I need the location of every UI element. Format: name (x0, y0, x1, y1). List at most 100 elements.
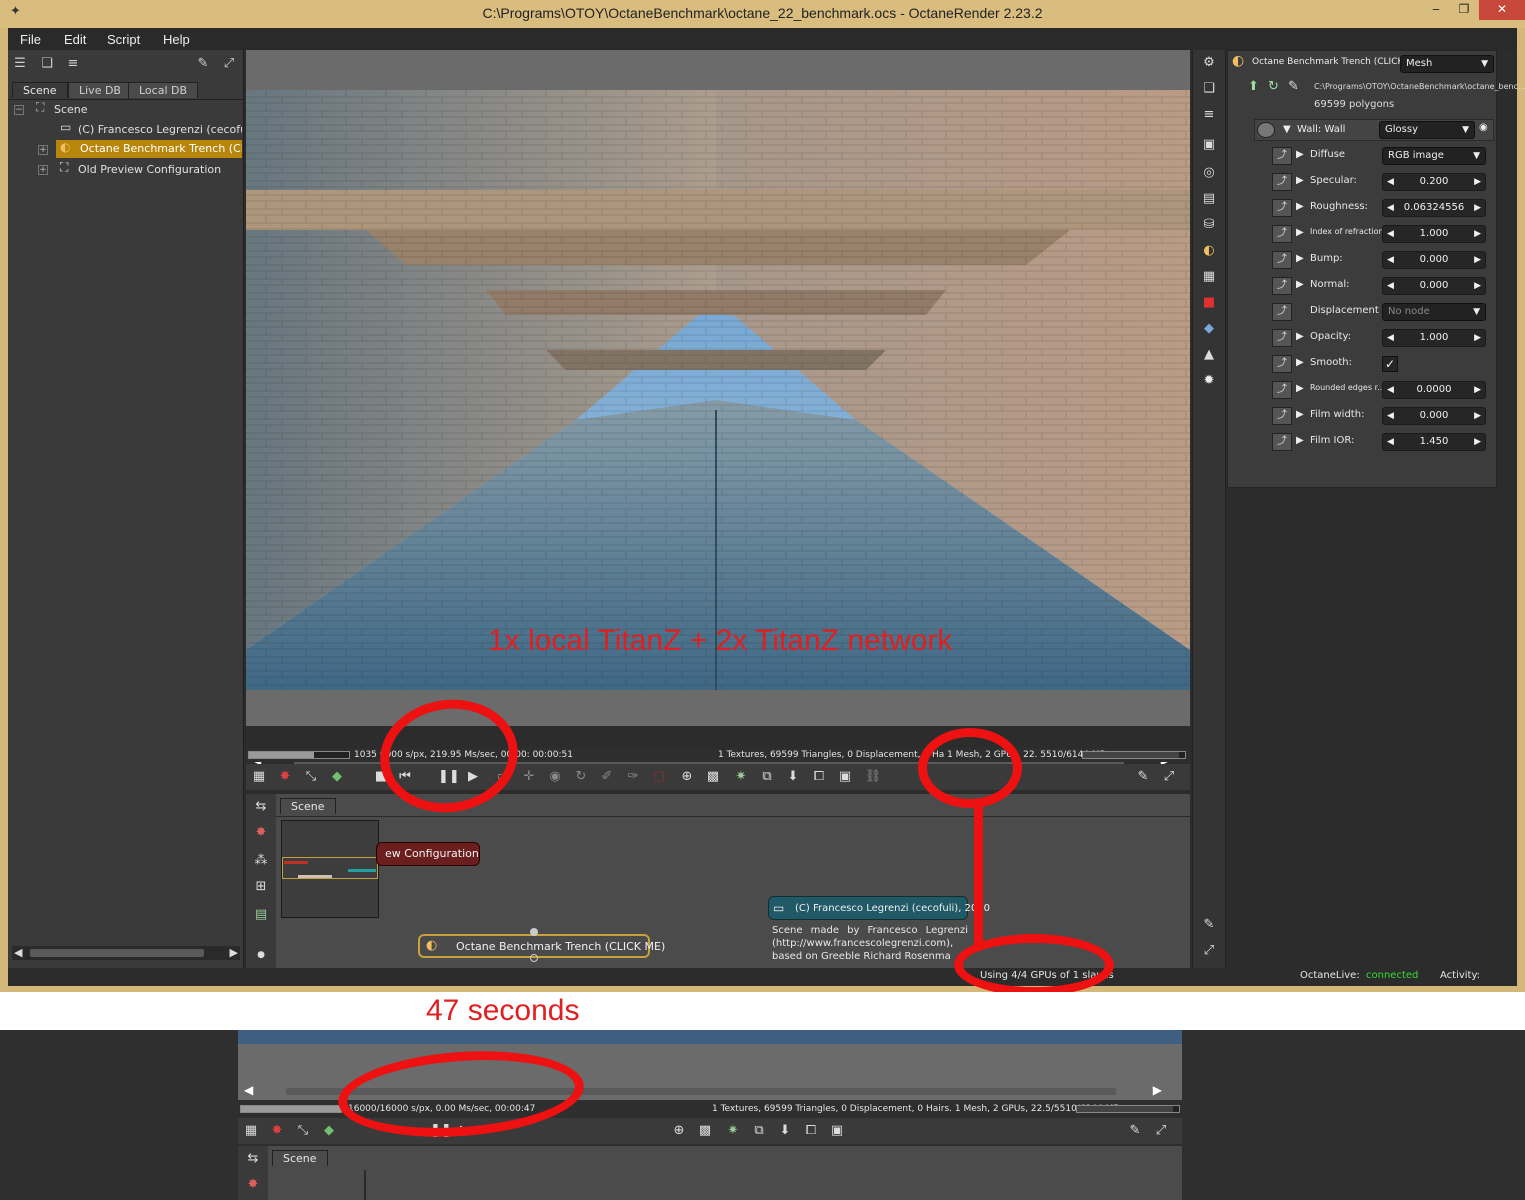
param-pin-icon[interactable]: ⤴ (1272, 225, 1292, 243)
material-type-dropdown[interactable]: Glossy ▼ (1379, 121, 1475, 139)
param-value-field[interactable]: ◀ ▶ 0.000 (1382, 407, 1486, 425)
param-pin-icon[interactable]: ⤴ (1272, 381, 1292, 399)
param-dropdown[interactable]: RGB image ▼ (1382, 147, 1486, 165)
crop-clear-icon[interactable]: ✸ (268, 1122, 286, 1140)
param-value-field[interactable]: ◀ ▶ 0.000 (1382, 251, 1486, 269)
param-expand-icon[interactable]: ▶ (1296, 149, 1304, 160)
crop-tab-scene[interactable]: Scene (272, 1150, 328, 1166)
param-pin-icon[interactable]: ⤴ (1272, 407, 1292, 425)
crop-rearrange-icon[interactable]: ⇆ (244, 1150, 262, 1168)
param-expand-icon[interactable]: ▶ (1296, 435, 1304, 446)
copy-icon[interactable]: ⧉ (758, 768, 776, 786)
param-expand-icon[interactable]: ▶ (1296, 227, 1304, 238)
database-icon[interactable]: ⛁ (1200, 216, 1218, 234)
param-expand-icon[interactable]: ▶ (1296, 201, 1304, 212)
param-row[interactable]: ⤴ ▶ Opacity: ◀ ▶ 1.000 (1272, 327, 1492, 349)
param-dropdown[interactable]: No node ▼ (1382, 303, 1486, 321)
background-icon[interactable]: ▣ (836, 768, 854, 786)
tab-graph-scene[interactable]: Scene (280, 798, 336, 814)
fit-icon[interactable]: ⤡ (302, 768, 320, 786)
light-icon[interactable]: ✹ (1200, 372, 1218, 390)
param-value-field[interactable]: ◀ ▶ 1.450 (1382, 433, 1486, 451)
environment-icon[interactable]: ▲ (1200, 346, 1218, 364)
list-icon[interactable]: ≡ (1200, 106, 1218, 124)
export-icon[interactable]: ⧠ (810, 768, 828, 786)
expand-icon[interactable]: ⤢ (220, 56, 238, 72)
load-mesh-icon[interactable]: ⬆ (1248, 79, 1259, 94)
param-row[interactable]: ⤴ Displacement No node ▼ (1272, 301, 1492, 323)
visibility-icon[interactable]: ◉ (1479, 122, 1488, 133)
node-output-pin[interactable] (530, 954, 538, 962)
crop-fit-icon[interactable]: ⤡ (294, 1122, 312, 1140)
pick-icon[interactable]: ✐ (598, 768, 616, 786)
node-input-pin[interactable] (530, 928, 538, 936)
param-expand-icon[interactable]: ▶ (1296, 357, 1304, 368)
tab-local-db[interactable]: Local DB (128, 82, 199, 98)
rotate-icon[interactable]: ↻ (572, 768, 590, 786)
param-row[interactable]: ⤴ ▶ Bump: ◀ ▶ 0.000 (1272, 249, 1492, 271)
param-pin-icon[interactable]: ⤴ (1272, 147, 1292, 165)
tree-item-comment[interactable]: (C) Francesco Legrenzi (cecofuli), (78, 121, 242, 139)
delete-icon[interactable]: ✸ (252, 824, 270, 842)
dot-icon[interactable]: ● (252, 946, 270, 964)
param-value-field[interactable]: ◀ ▶ 0.06324556 (1382, 199, 1486, 217)
layout-icon[interactable]: ⁂ (252, 852, 270, 870)
lock-render-icon[interactable]: ⛓ (864, 768, 882, 786)
fullscreen-icon[interactable]: ⤢ (1160, 768, 1178, 786)
param-row[interactable]: ⤴ ▶ Normal: ◀ ▶ 0.000 (1272, 275, 1492, 297)
crop-grid-icon[interactable]: ▩ (696, 1122, 714, 1140)
param-row[interactable]: ⤴ ▶ Roughness: ◀ ▶ 0.06324556 (1272, 197, 1492, 219)
param-row[interactable]: ⤴ ▶ Index of refraction: ◀ ▶ 1.000 (1272, 223, 1492, 245)
grid-icon[interactable]: ▩ (704, 768, 722, 786)
outliner-icon[interactable]: ☰ (11, 56, 29, 72)
monitor-icon[interactable]: ▤ (1200, 190, 1218, 208)
crop-viewport-icon[interactable]: ▦ (242, 1122, 260, 1140)
crop-icon[interactable]: ▢ (650, 768, 668, 786)
param-value-field[interactable]: ◀ ▶ 1.000 (1382, 329, 1486, 347)
camera-icon[interactable]: ◎ (1200, 164, 1218, 182)
crop-background-icon[interactable]: ▣ (828, 1122, 846, 1140)
crop-lock-icon[interactable]: ✷ (724, 1122, 742, 1140)
crop-save-icon[interactable]: ⬇ (776, 1122, 794, 1140)
cube-icon[interactable]: ◆ (328, 768, 346, 786)
graph-minimap[interactable] (281, 820, 379, 918)
close-button[interactable]: ✕ (1479, 0, 1525, 20)
param-pin-icon[interactable]: ⤴ (1272, 199, 1292, 217)
param-row[interactable]: ⤴ ▶ Specular: ◀ ▶ 0.200 (1272, 171, 1492, 193)
menu-help[interactable]: Help (163, 32, 190, 47)
crop-export-icon[interactable]: ⧠ (802, 1122, 820, 1140)
side-wrench-icon[interactable]: ✎ (1200, 916, 1218, 934)
smooth-checkbox[interactable]: ✓ (1382, 356, 1398, 372)
param-value-field[interactable]: ◀ ▶ 0.200 (1382, 173, 1486, 191)
minimize-button[interactable]: ‒ (1422, 0, 1450, 20)
render-viewport[interactable]: 1x local TitanZ + 2x TitanZ network ◀ ▶ (246, 50, 1190, 767)
material-row[interactable]: ▼ Wall: Wall Glossy ▼ ◉ (1254, 119, 1494, 141)
param-row[interactable]: ⤴ ▶ Film width: ◀ ▶ 0.000 (1272, 405, 1492, 427)
param-pin-icon[interactable]: ⤴ (1272, 303, 1292, 321)
param-row[interactable]: ⤴ ▶ Film IOR: ◀ ▶ 1.450 (1272, 431, 1492, 453)
expand-toggle-2[interactable]: + (38, 165, 48, 175)
reload-icon[interactable]: ↻ (1268, 79, 1279, 94)
pick-focus-icon[interactable]: ✑ (624, 768, 642, 786)
node-inspector-icon[interactable]: ⚙ (1200, 54, 1218, 72)
param-expand-icon[interactable]: ▶ (1296, 409, 1304, 420)
crop-delete-icon[interactable]: ✸ (244, 1176, 262, 1194)
collapse-toggle[interactable]: − (14, 105, 24, 115)
node-comment[interactable]: ▭ (C) Francesco Legrenzi (cecofuli), 201… (768, 896, 990, 920)
side-fullscreen-icon[interactable]: ⤢ (1200, 942, 1218, 960)
layers-icon[interactable]: ❏ (38, 56, 56, 72)
param-expand-icon[interactable]: ▶ (1296, 331, 1304, 342)
param-row[interactable]: ⤴ ▶ Rounded edges r... ◀ ▶ 0.0000 (1272, 379, 1492, 401)
param-value-field[interactable]: ◀ ▶ 1.000 (1382, 225, 1486, 243)
menu-edit[interactable]: Edit (64, 32, 86, 47)
param-value-field[interactable]: ◀ ▶ 0.0000 (1382, 381, 1486, 399)
param-pin-icon[interactable]: ⤴ (1272, 173, 1292, 191)
param-pin-icon[interactable]: ⤴ (1272, 433, 1292, 451)
param-expand-icon[interactable]: ▶ (1296, 175, 1304, 186)
tree-root-scene[interactable]: Scene (54, 101, 88, 119)
param-pin-icon[interactable]: ⤴ (1272, 251, 1292, 269)
maximize-button[interactable]: ❐ (1450, 0, 1478, 20)
tree-item-preview-config[interactable]: Old Preview Configuration (78, 161, 221, 179)
color-picker-icon[interactable]: ◉ (546, 768, 564, 786)
crop-copy-icon[interactable]: ⧉ (750, 1122, 768, 1140)
